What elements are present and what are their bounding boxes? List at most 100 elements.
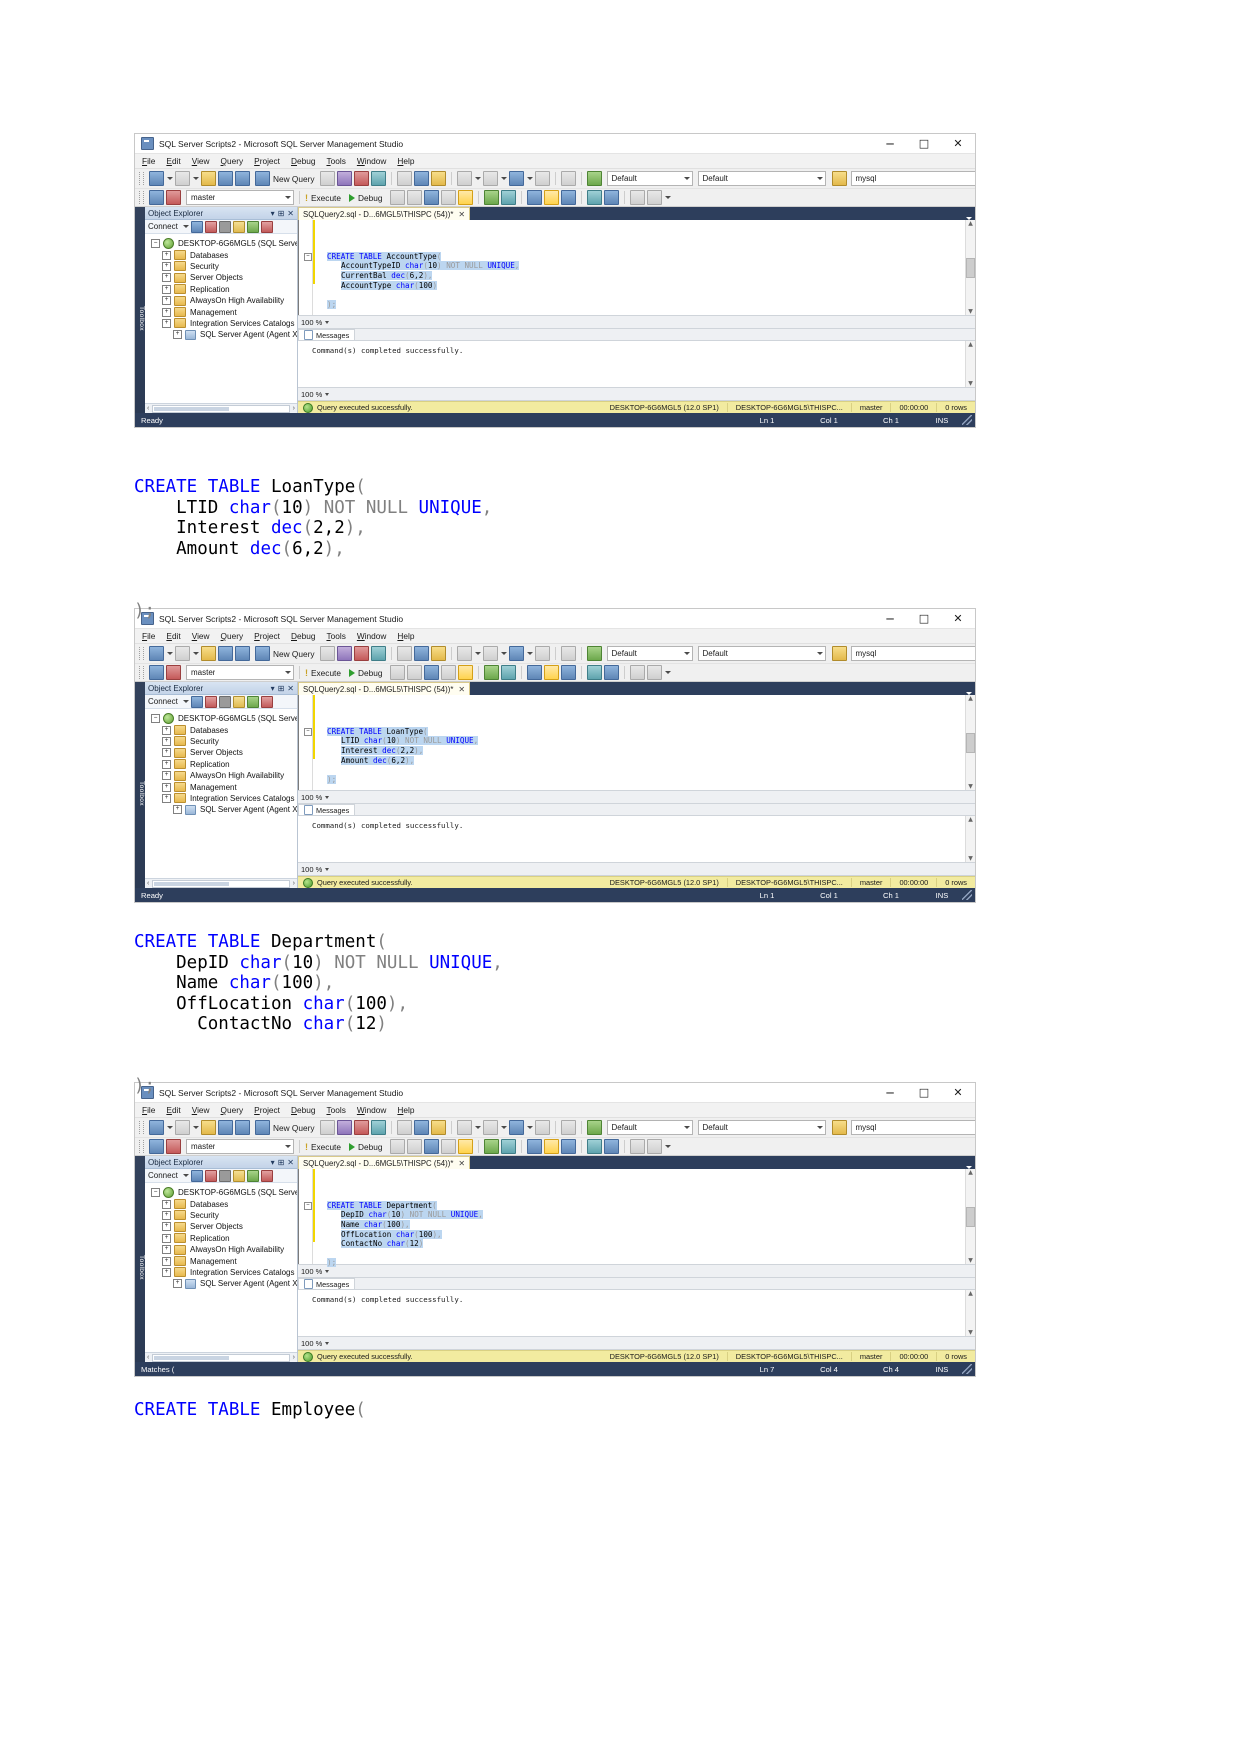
horizontal-scrollbar[interactable]: [152, 1353, 290, 1362]
config-combo-2[interactable]: Default: [697, 171, 826, 186]
scroll-left-arrow[interactable]: ‹: [147, 880, 149, 887]
connect-button[interactable]: Connect: [148, 1171, 178, 1180]
chevron-down-icon[interactable]: [474, 1126, 481, 1129]
uncomment-selection-icon[interactable]: [561, 1139, 577, 1154]
sql-editor-toolbar[interactable]: master ! Execute Debug: [135, 664, 975, 682]
chevron-down-icon[interactable]: [526, 652, 533, 655]
messages-tab-strip[interactable]: Messages: [298, 804, 975, 816]
menu-item-help[interactable]: Help: [397, 631, 414, 641]
config-combo-1[interactable]: Default: [606, 1120, 693, 1135]
document-tab[interactable]: SQLQuery2.sql - D...6MGL5\THISPC (54))* …: [298, 207, 471, 220]
start-debug-icon[interactable]: [586, 1120, 602, 1135]
connect-button[interactable]: Connect: [148, 697, 178, 706]
tree-node[interactable]: + AlwaysOn High Availability: [151, 1244, 297, 1255]
include-actual-plan-icon[interactable]: [458, 190, 474, 205]
expand-icon[interactable]: +: [162, 296, 171, 306]
object-explorer-tree[interactable]: − DESKTOP-6G6MGL5 (SQL Server 12.0.41 + Dat…: [145, 1183, 297, 1352]
close-icon[interactable]: ✕: [458, 1159, 465, 1168]
tree-node[interactable]: + Server Objects: [151, 272, 297, 283]
object-explorer-scrollbar[interactable]: ‹ ›: [145, 878, 297, 888]
increase-indent-icon[interactable]: [604, 190, 620, 205]
uncomment-selection-icon[interactable]: [561, 190, 577, 205]
chevron-down-icon[interactable]: [474, 177, 481, 180]
paste-icon[interactable]: [430, 646, 446, 661]
solution-explorer-icon[interactable]: [560, 1120, 576, 1135]
new-mdx-query-icon[interactable]: [353, 171, 369, 186]
cut-icon[interactable]: [396, 646, 412, 661]
tree-node[interactable]: + Replication: [151, 759, 297, 770]
toolbar-grip[interactable]: [139, 1140, 144, 1153]
document-tab[interactable]: SQLQuery2.sql - D...6MGL5\THISPC (54))* …: [298, 682, 471, 695]
refresh-icon[interactable]: [246, 220, 259, 233]
menu-item-project[interactable]: Project: [254, 631, 280, 641]
navigate-backward-icon[interactable]: [508, 171, 524, 186]
save-icon[interactable]: [218, 646, 233, 661]
navigate-forward-icon[interactable]: [534, 646, 550, 661]
results-to-file-icon[interactable]: [527, 190, 543, 205]
disconnect-object-explorer-icon[interactable]: [204, 1169, 217, 1182]
menu-item-edit[interactable]: Edit: [166, 1105, 180, 1115]
chevron-down-icon[interactable]: [167, 177, 173, 180]
tree-node[interactable]: + Databases: [151, 1198, 297, 1210]
code-line[interactable]: [315, 290, 965, 300]
editor-vertical-scrollbar[interactable]: ▲ ▼: [965, 1169, 975, 1264]
pin-icon[interactable]: ⊞: [278, 684, 285, 693]
solution-explorer-icon[interactable]: [560, 171, 576, 186]
object-explorer-details-icon[interactable]: [260, 1169, 273, 1182]
parse-icon[interactable]: [407, 665, 423, 680]
expand-icon[interactable]: +: [162, 261, 171, 271]
menu-bar[interactable]: File Edit View Query Project Debug Tools Window…: [135, 1103, 975, 1118]
copy-icon[interactable]: [413, 1120, 429, 1135]
scroll-down-arrow[interactable]: ▼: [968, 1257, 973, 1264]
expand-icon[interactable]: +: [162, 759, 171, 769]
database-icon[interactable]: [831, 1120, 847, 1135]
open-folder-icon[interactable]: [201, 646, 216, 661]
chevron-down-icon[interactable]: [193, 652, 199, 655]
new-analysis-query-icon[interactable]: [336, 1120, 352, 1135]
expand-icon[interactable]: +: [162, 318, 171, 328]
config-combo-1[interactable]: Default: [606, 171, 693, 186]
chevron-down-icon[interactable]: [167, 1126, 173, 1129]
code-editor[interactable]: − CREATE TABLE LoanType(LTID char(10) NOT…: [298, 695, 975, 790]
uncomment-selection-icon[interactable]: [561, 665, 577, 680]
object-explorer-tree[interactable]: − DESKTOP-6G6MGL5 (SQL Server 12.0.41 + Dat…: [145, 709, 297, 878]
code-lines[interactable]: − CREATE TABLE AccountType(AccountTypeID …: [304, 220, 965, 315]
document-tab-strip[interactable]: SQLQuery2.sql - D...6MGL5\THISPC (54))* …: [298, 207, 975, 220]
menu-item-project[interactable]: Project: [254, 156, 280, 166]
results-to-grid-icon[interactable]: [501, 665, 517, 680]
new-query-button[interactable]: New Query: [255, 646, 315, 661]
tree-node[interactable]: + Integration Services Catalogs: [151, 318, 297, 329]
new-db-query-icon[interactable]: [319, 646, 335, 661]
connect-object-explorer-icon[interactable]: [190, 695, 203, 708]
tree-node[interactable]: + Databases: [151, 249, 297, 261]
chevron-down-icon[interactable]: [182, 700, 189, 703]
scroll-left-arrow[interactable]: ‹: [147, 405, 149, 412]
expand-icon[interactable]: +: [162, 771, 171, 781]
stop-icon[interactable]: [390, 1139, 406, 1154]
database-icon[interactable]: [831, 646, 847, 661]
copy-icon[interactable]: [413, 171, 429, 186]
stop-icon[interactable]: [218, 695, 231, 708]
chevron-down-icon[interactable]: [193, 1126, 199, 1129]
chevron-down-icon[interactable]: [500, 1126, 507, 1129]
chevron-down-icon[interactable]: [665, 1145, 672, 1148]
menu-item-file[interactable]: File: [142, 631, 155, 641]
ssms-window-1[interactable]: SQL Server Scripts2 - Microsoft SQL Serv…: [134, 133, 976, 428]
menu-item-query[interactable]: Query: [221, 631, 244, 641]
close-icon[interactable]: ✕: [941, 610, 975, 628]
navigate-forward-icon[interactable]: [534, 1120, 550, 1135]
results-to-grid-icon[interactable]: [501, 190, 517, 205]
tree-node[interactable]: + AlwaysOn High Availability: [151, 770, 297, 781]
tab-messages[interactable]: Messages: [298, 804, 356, 815]
tree-node[interactable]: − DESKTOP-6G6MGL5 (SQL Server 12.0.41: [151, 1187, 297, 1199]
code-line[interactable]: AccountType char(100): [315, 280, 965, 291]
resize-grip-icon[interactable]: [962, 1364, 972, 1374]
save-all-icon[interactable]: [235, 1120, 250, 1135]
chevron-down-icon[interactable]: [182, 1174, 189, 1177]
scroll-up-arrow[interactable]: ▲: [968, 341, 973, 348]
expand-icon[interactable]: +: [162, 250, 171, 260]
minimize-icon[interactable]: ─: [873, 1084, 907, 1102]
collapse-region-icon[interactable]: −: [304, 727, 312, 736]
connect-object-explorer-icon[interactable]: [190, 220, 203, 233]
expand-icon[interactable]: +: [162, 273, 171, 283]
